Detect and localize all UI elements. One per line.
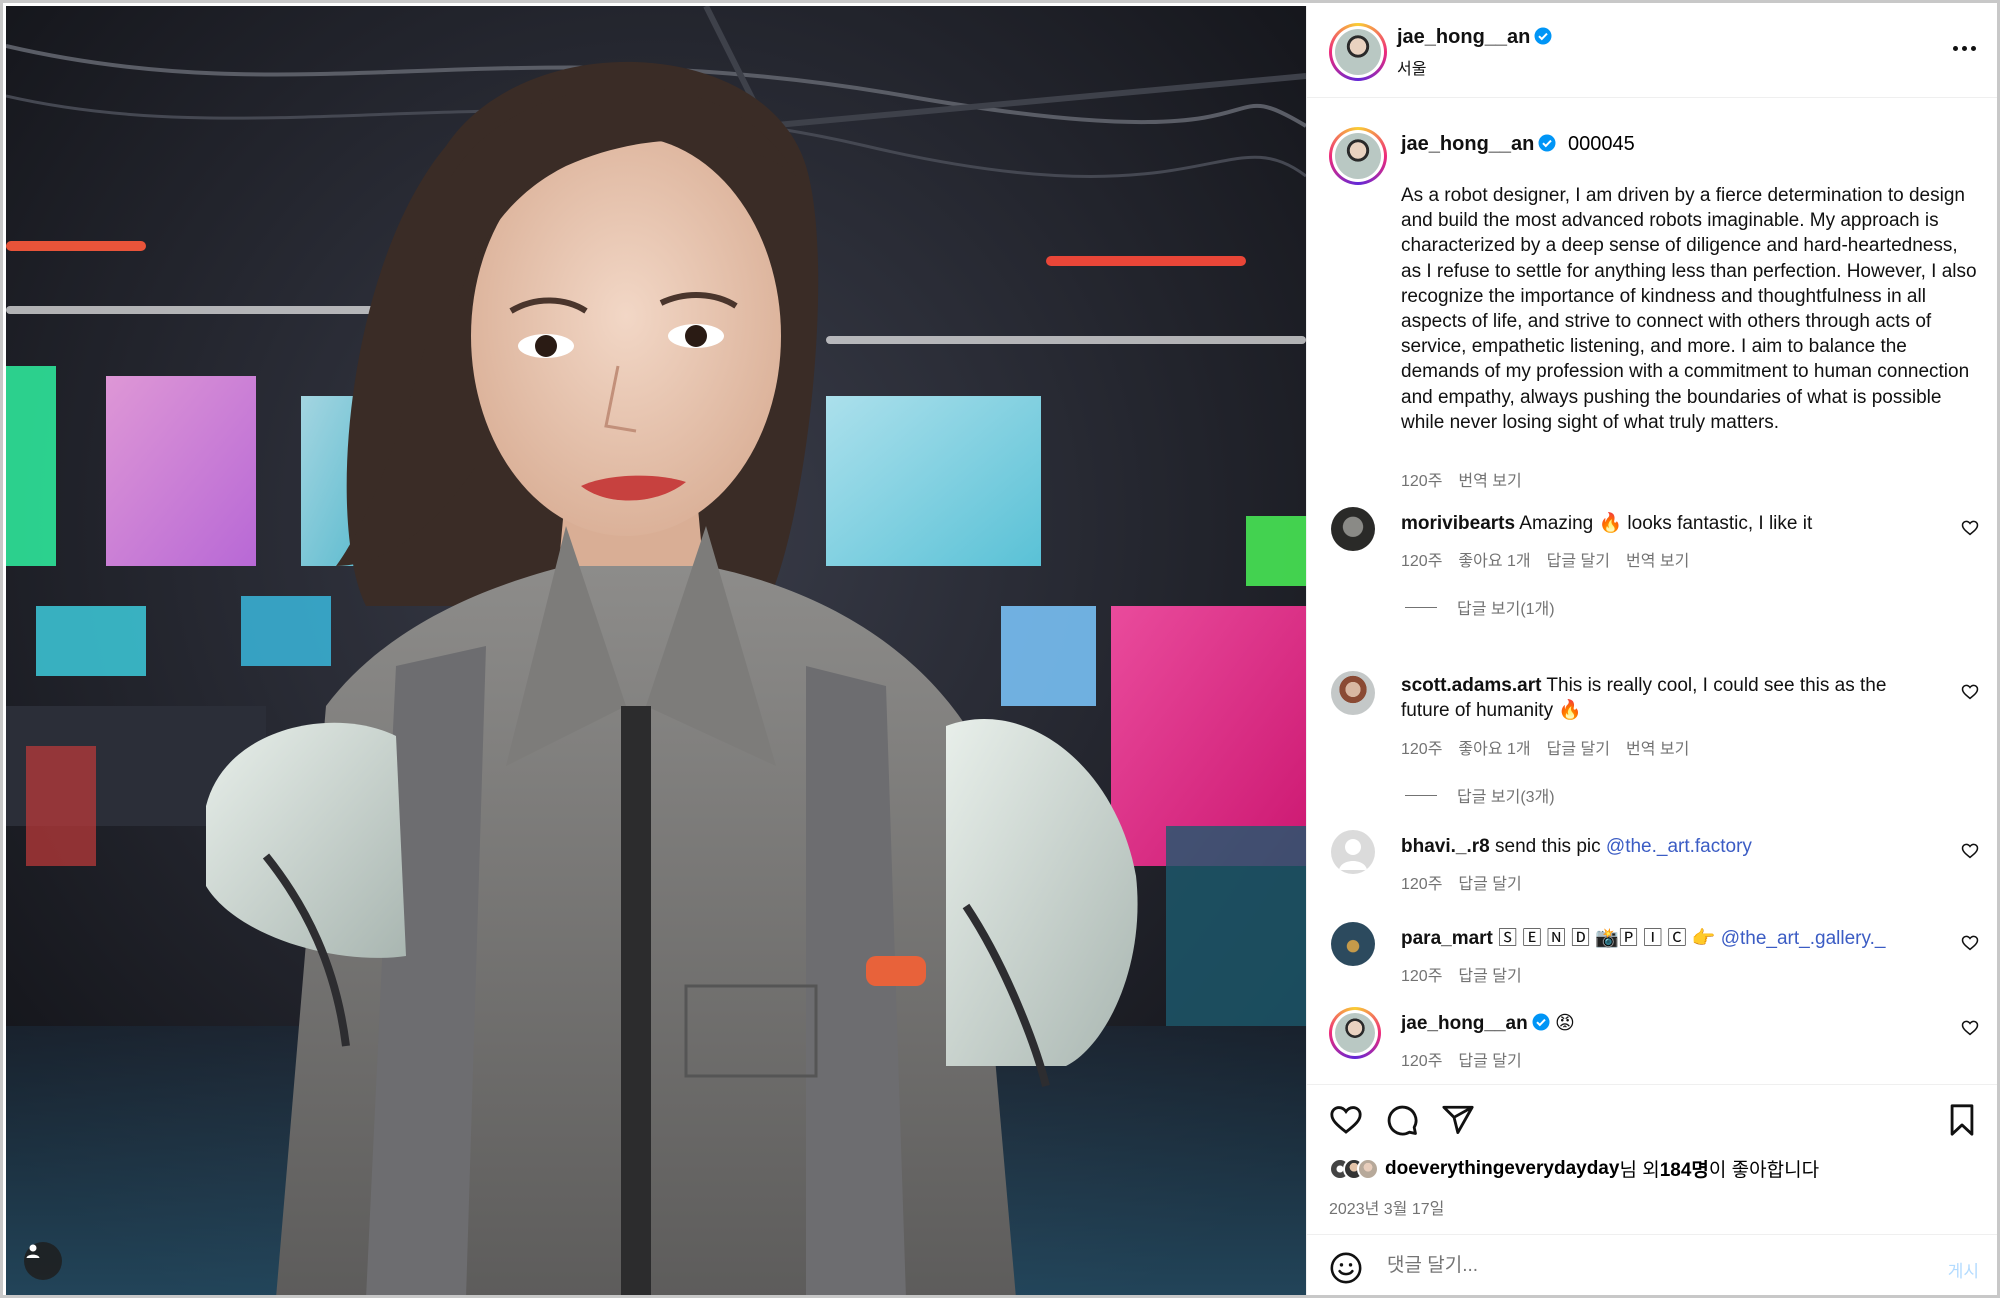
caption-meta: 120주 번역 보기 [1401, 467, 1538, 491]
comment-username[interactable]: jae_hong__an [1401, 1013, 1528, 1034]
share-icon[interactable] [1441, 1103, 1475, 1137]
liker-avatars [1329, 1157, 1379, 1180]
verified-icon [1532, 1013, 1550, 1031]
post-comment-button[interactable]: 게시 [1948, 1257, 1979, 1282]
author-username[interactable]: jae_hong__an [1397, 26, 1530, 48]
post-photo [6, 6, 1306, 1295]
bookmark-icon[interactable] [1945, 1103, 1979, 1137]
comment-avatar[interactable] [1331, 671, 1375, 715]
likes-count[interactable]: 184명 [1660, 1155, 1709, 1182]
heart-icon[interactable] [1961, 842, 1979, 860]
default-avatar-icon [1339, 839, 1367, 870]
post-side-panel: jae_hong__an 서울 jae_hong__an 000045 As a… [1306, 6, 1997, 1295]
comment-likes[interactable]: 좋아요 1개 [1458, 553, 1530, 570]
caption-header: jae_hong__an 000045 [1401, 133, 1635, 156]
caption-author-avatar[interactable] [1329, 127, 1387, 185]
heart-icon[interactable] [1329, 1103, 1363, 1137]
comments-section[interactable]: jae_hong__an 000045 As a robot designer,… [1307, 99, 1997, 1084]
comment-text: para_mart 🅂 🄴 🄽 🄳 📸🄿 🄸 🄲 👉 @the_art_.gal… [1401, 928, 1886, 949]
angry-emoji: 😡 [1555, 1013, 1575, 1034]
mention-link[interactable]: @the_art_.gallery._ [1721, 928, 1886, 949]
verified-icon [1534, 27, 1552, 45]
post-actions: doeverythingeverydayday 님 외 184명 이 좋아합니다 2… [1307, 1084, 1997, 1234]
caption-text: As a robot designer, I am driven by a fi… [1401, 185, 1977, 433]
more-options-button[interactable] [1949, 36, 1979, 60]
comment-text: bhavi._.r8 send this pic @the._art.facto… [1401, 836, 1752, 857]
user-tag-icon [26, 1244, 40, 1258]
comment-meta: 120주 답글 달기 [1401, 876, 1522, 893]
comment-avatar[interactable] [1331, 830, 1375, 874]
heart-icon[interactable] [1961, 1019, 1979, 1037]
reply-button[interactable]: 답글 달기 [1458, 968, 1521, 985]
comment-likes[interactable]: 좋아요 1개 [1458, 741, 1530, 758]
caption-suffix: 000045 [1567, 133, 1635, 155]
comment-avatar[interactable] [1331, 922, 1375, 966]
translate-link[interactable]: 번역 보기 [1626, 553, 1689, 570]
comment-icon[interactable] [1385, 1103, 1419, 1137]
comment-meta: 120주 좋아요 1개 답글 달기 번역 보기 [1401, 741, 1690, 758]
caption-translate-link[interactable]: 번역 보기 [1458, 473, 1521, 490]
reply-button[interactable]: 답글 달기 [1547, 741, 1610, 758]
smile-icon[interactable] [1329, 1251, 1363, 1285]
comment-meta: 120주 답글 달기 [1401, 968, 1522, 985]
comment-text: jae_hong__an 😡 [1401, 1011, 1921, 1036]
translate-link[interactable]: 번역 보기 [1626, 741, 1689, 758]
heart-icon[interactable] [1961, 934, 1979, 952]
comment-username[interactable]: bhavi._.r8 [1401, 836, 1490, 857]
comment-username[interactable]: morivibearts [1401, 513, 1515, 534]
comment-avatar[interactable] [1329, 1007, 1381, 1059]
caption-author[interactable]: jae_hong__an [1401, 133, 1534, 155]
likes-user[interactable]: doeverythingeverydayday [1385, 1158, 1619, 1180]
comment-meta: 120주 좋아요 1개 답글 달기 번역 보기 [1401, 553, 1690, 570]
author-avatar[interactable] [1329, 23, 1387, 81]
post-header: jae_hong__an 서울 [1307, 6, 1997, 98]
likes-summary[interactable]: doeverythingeverydayday 님 외 184명 이 좋아합니다 [1329, 1155, 1819, 1182]
fire-emoji: 🔥 [1558, 700, 1583, 721]
reply-button[interactable]: 답글 달기 [1458, 1053, 1521, 1070]
mention-link[interactable]: @the._art.factory [1606, 836, 1752, 857]
comment-avatar[interactable] [1331, 507, 1375, 551]
comment-composer: 게시 [1307, 1234, 1997, 1295]
author-info: jae_hong__an 서울 [1397, 26, 1552, 79]
user-tag-button[interactable] [24, 1242, 62, 1280]
comment-username[interactable]: para_mart [1401, 928, 1493, 949]
comment-text: scott.adams.art This is really cool, I c… [1401, 675, 1887, 721]
caption-time[interactable]: 120주 [1401, 473, 1442, 490]
instagram-post-window: jae_hong__an 서울 jae_hong__an 000045 As a… [0, 0, 2000, 1298]
view-replies-button[interactable]: 답글 보기(3개) [1405, 783, 1555, 807]
comment-text: morivibearts Amazing 🔥 looks fantastic, … [1401, 513, 1813, 534]
reply-button[interactable]: 답글 달기 [1547, 553, 1610, 570]
view-replies-button[interactable]: 답글 보기(1개) [1405, 595, 1555, 619]
heart-icon[interactable] [1961, 519, 1979, 537]
more-icon [1952, 45, 1958, 51]
photo-illustration [6, 6, 1306, 1295]
post-date[interactable]: 2023년 3월 17일 [1329, 1195, 1444, 1219]
heart-icon[interactable] [1961, 683, 1979, 701]
comment-username[interactable]: scott.adams.art [1401, 675, 1541, 696]
verified-icon [1538, 134, 1556, 152]
post-location[interactable]: 서울 [1397, 55, 1552, 79]
fire-emoji: 🔥 [1598, 513, 1623, 534]
reply-button[interactable]: 답글 달기 [1458, 876, 1521, 893]
comment-meta: 120주 답글 달기 [1401, 1053, 1522, 1070]
comment-input[interactable] [1387, 1255, 1867, 1277]
